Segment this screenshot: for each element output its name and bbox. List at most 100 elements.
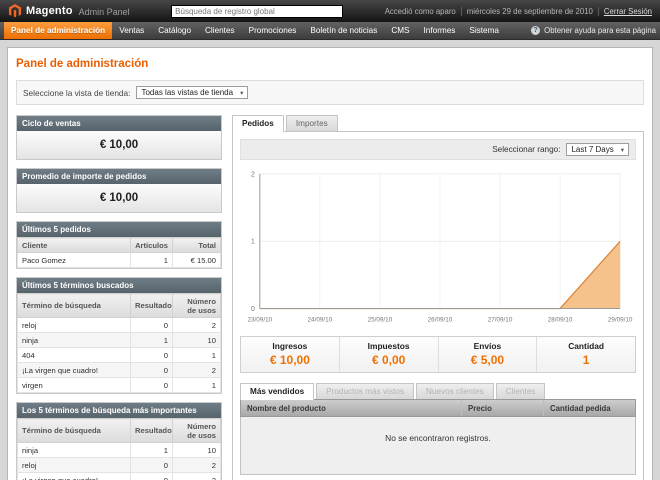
page-title: Panel de administración [16, 58, 644, 70]
chevron-down-icon: ▾ [240, 89, 243, 97]
stat-shipping: Envíos € 5,00 [438, 337, 537, 372]
tab-bestsellers[interactable]: Más vendidos [240, 383, 314, 400]
cell-customer: Paco Gomez [18, 253, 131, 268]
column-header: Término de búsqueda [18, 294, 131, 318]
content-box: Panel de administración Seleccione la vi… [7, 47, 653, 480]
cell-items: 1 [131, 253, 173, 268]
store-view-bar: Seleccione la vista de tienda: Todas las… [16, 80, 644, 105]
header-divider [598, 7, 599, 16]
range-label: Seleccionar rango: [492, 145, 560, 154]
help-label: Obtener ayuda para esta página [544, 26, 656, 35]
tab-orders[interactable]: Pedidos [232, 115, 284, 132]
range-selected: Last 7 Days [571, 145, 613, 154]
average-orders-panel: Promedio de importe de pedidos € 10,00 [16, 168, 222, 213]
nav-item-customers[interactable]: Clientes [198, 22, 242, 39]
svg-text:25/09/10: 25/09/10 [368, 316, 393, 323]
global-search-input[interactable] [171, 5, 343, 18]
table-row[interactable]: reloj 0 2 [18, 458, 221, 473]
cell-results: 0 [131, 363, 173, 378]
cell-uses: 2 [173, 318, 221, 333]
nav-item-system[interactable]: Sistema [462, 22, 506, 39]
nav-item-promotions[interactable]: Promociones [242, 22, 304, 39]
lifetime-sales-title: Ciclo de ventas [17, 116, 221, 131]
range-bar: Seleccionar rango: Last 7 Days ▾ [240, 139, 636, 160]
column-header-price: Precio [461, 400, 543, 416]
stat-value: € 0,00 [340, 353, 438, 367]
products-table-empty: No se encontraron registros. [240, 417, 636, 475]
help-link[interactable]: ? Obtener ayuda para esta página [531, 22, 656, 39]
stat-label: Impuestos [340, 341, 438, 351]
brand-name: Magento [26, 5, 73, 17]
tab-customers[interactable]: Clientes [496, 383, 546, 399]
last-search-terms-panel: Últimos 5 términos buscados Término de b… [16, 277, 222, 394]
cell-uses: 1 [173, 378, 221, 393]
chevron-down-icon: ▾ [621, 146, 624, 154]
stat-value: 1 [537, 353, 635, 367]
svg-text:29/09/10: 29/09/10 [608, 316, 633, 323]
table-row[interactable]: ninja 1 10 [18, 333, 221, 348]
table-header-row: Término de búsqueda Resultados Número de… [18, 294, 221, 318]
cell-term: ninja [18, 443, 131, 458]
logged-in-as: Accedió como aparo [385, 7, 456, 16]
svg-text:2: 2 [251, 171, 255, 178]
nav-item-reports[interactable]: Informes [417, 22, 463, 39]
column-header: Total [173, 238, 221, 253]
table-row[interactable]: virgen 0 1 [18, 378, 221, 393]
column-header: Artículos [131, 238, 173, 253]
table-row[interactable]: ¡La virgen que cuadro! 0 2 [18, 363, 221, 378]
cell-total: € 15.00 [173, 253, 221, 268]
tab-new-customers[interactable]: Nuevos clientes [416, 383, 494, 399]
svg-text:0: 0 [251, 306, 255, 313]
cell-term: ¡La virgen que cuadro! [18, 363, 131, 378]
stat-tax: Impuestos € 0,00 [339, 337, 438, 372]
nav-item-sales[interactable]: Ventas [112, 22, 151, 39]
tab-amounts[interactable]: Importes [286, 115, 338, 131]
stat-value: € 10,00 [241, 353, 339, 367]
table-header-row: Término de búsqueda Resultados Número de… [18, 419, 221, 443]
cell-term: reloj [18, 318, 131, 333]
column-header: Número de usos [173, 294, 221, 318]
table-row[interactable]: reloj 0 2 [18, 318, 221, 333]
svg-text:26/09/10: 26/09/10 [428, 316, 453, 323]
table-row[interactable]: Paco Gomez 1 € 15.00 [18, 253, 221, 268]
logout-link[interactable]: Cerrar Sesión [604, 7, 652, 16]
table-row[interactable]: ninja 1 10 [18, 443, 221, 458]
nav-item-catalog[interactable]: Catálogo [151, 22, 198, 39]
bottom-tabs: Más vendidos Productos más vistos Nuevos… [240, 383, 636, 399]
lifetime-sales-value: € 10,00 [17, 131, 221, 159]
cell-uses: 10 [173, 333, 221, 348]
header-divider [461, 7, 462, 16]
lifetime-sales-panel: Ciclo de ventas € 10,00 [16, 115, 222, 160]
column-header: Término de búsqueda [18, 419, 131, 443]
main-nav: Panel de administración Ventas Catálogo … [0, 22, 660, 40]
brand-subtitle: Admin Panel [79, 7, 130, 17]
cell-term: ¡La virgen que cuadro! [18, 473, 131, 480]
nav-item-cms[interactable]: CMS [384, 22, 416, 39]
cell-term: ninja [18, 333, 131, 348]
cell-uses: 1 [173, 348, 221, 363]
store-view-label: Seleccione la vista de tienda: [23, 88, 130, 98]
store-view-selected: Todas las vistas de tienda [141, 88, 233, 97]
header-date: miércoles 29 de septiembre de 2010 [467, 7, 593, 16]
nav-item-dashboard[interactable]: Panel de administración [4, 22, 112, 39]
tab-most-viewed[interactable]: Productos más vistos [316, 383, 414, 399]
header-user-area: Accedió como aparo miércoles 29 de septi… [385, 7, 652, 16]
store-view-select[interactable]: Todas las vistas de tienda ▾ [136, 86, 248, 99]
svg-text:27/09/10: 27/09/10 [488, 316, 513, 323]
cell-term: virgen [18, 378, 131, 393]
cell-results: 0 [131, 318, 173, 333]
nav-item-newsletter[interactable]: Boletín de noticias [303, 22, 384, 39]
column-header: Número de usos [173, 419, 221, 443]
brand: Magento Admin Panel [8, 4, 130, 18]
table-row[interactable]: ¡La virgen que cuadro! 0 2 [18, 473, 221, 480]
orders-chart: 01223/09/1024/09/1025/09/1026/09/1027/09… [240, 164, 636, 330]
table-row[interactable]: 404 0 1 [18, 348, 221, 363]
magento-logo-icon [8, 4, 22, 18]
svg-text:1: 1 [251, 239, 255, 246]
cell-uses: 10 [173, 443, 221, 458]
column-header-qty: Cantidad pedida [543, 400, 635, 416]
stat-label: Ingresos [241, 341, 339, 351]
svg-text:24/09/10: 24/09/10 [308, 316, 333, 323]
average-orders-title: Promedio de importe de pedidos [17, 169, 221, 184]
range-select[interactable]: Last 7 Days ▾ [566, 143, 629, 156]
